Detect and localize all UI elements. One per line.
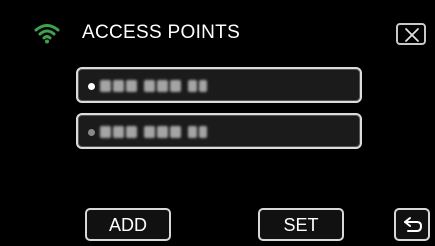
return-icon xyxy=(404,217,423,232)
access-point-item-1[interactable] xyxy=(76,67,362,103)
wifi-icon xyxy=(34,22,60,44)
set-button[interactable]: SET xyxy=(258,208,344,241)
access-point-item-2[interactable] xyxy=(76,113,362,149)
close-button[interactable] xyxy=(396,23,426,45)
selected-indicator xyxy=(88,83,95,90)
close-icon xyxy=(405,28,419,42)
unselected-indicator xyxy=(88,129,95,136)
access-points-screen: ACCESS POINTS ADD SET xyxy=(0,0,435,246)
add-button[interactable]: ADD xyxy=(85,208,171,241)
back-button[interactable] xyxy=(394,208,430,241)
header: ACCESS POINTS xyxy=(0,18,435,50)
page-title: ACCESS POINTS xyxy=(82,22,241,43)
